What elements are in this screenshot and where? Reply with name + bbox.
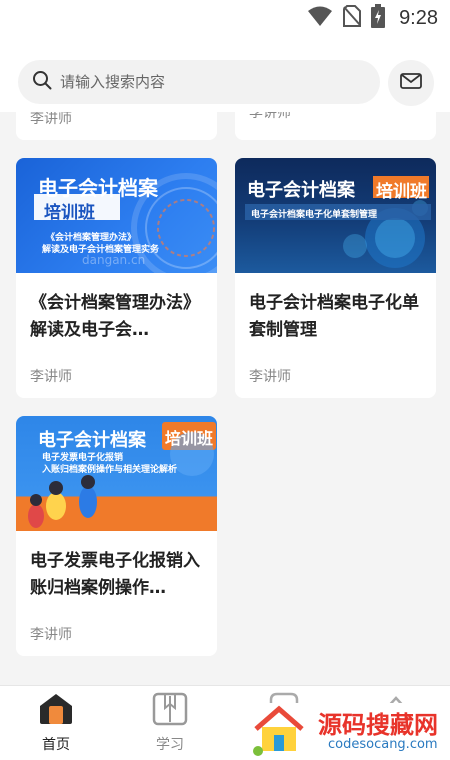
thumb-badge: 培训班 bbox=[165, 429, 214, 448]
thumb-title: 电子会计档案 bbox=[247, 180, 355, 201]
mail-button[interactable] bbox=[388, 60, 434, 106]
status-bar: 9:28 bbox=[0, 0, 450, 36]
course-thumbnail: 电子会计档案 培训班 电子会计档案电子化单套制管理 bbox=[235, 158, 436, 273]
nav-label-study: 学习 bbox=[156, 737, 184, 753]
course-card[interactable]: 电子会计档案 培训班 电子发票电子化报销 入账归档案例操作与相关理论解析 电子发… bbox=[16, 416, 217, 656]
search-input[interactable] bbox=[60, 73, 360, 91]
course-card[interactable]: 李讲师 bbox=[235, 112, 436, 140]
thumb-badge: 培训班 bbox=[376, 182, 427, 202]
search-bar[interactable] bbox=[18, 60, 380, 104]
status-time: 9:28 bbox=[399, 6, 438, 29]
wifi-icon bbox=[307, 5, 333, 31]
course-card[interactable]: 电子会计档案 培训班 电子会计档案电子化单套制管理 电子会计档案电子化单套制管理… bbox=[235, 158, 436, 398]
thumb-subtitle: 电子会计档案电子化单套制管理 bbox=[251, 210, 378, 220]
watermark-url: codesocang.com bbox=[328, 737, 438, 752]
battery-charging-icon bbox=[371, 4, 386, 32]
no-sim-icon bbox=[343, 5, 362, 31]
header bbox=[0, 36, 450, 112]
course-grid: 李讲师 李讲师 电子会计档案 培训班 《会计档案管理办法》 解读及电子会计档案管… bbox=[0, 112, 450, 685]
watermark-title: 源码搜藏网 bbox=[318, 711, 438, 739]
course-teacher: 李讲师 bbox=[249, 112, 291, 121]
thumb-badge: 培训班 bbox=[44, 203, 95, 223]
course-card[interactable]: 电子会计档案 培训班 《会计档案管理办法》 解读及电子会计档案管理实务 dang… bbox=[16, 158, 217, 398]
status-icons: 9:28 bbox=[307, 4, 438, 32]
course-title: 电子发票电子化报销入账归档案例操作… bbox=[30, 551, 200, 598]
course-teacher: 李讲师 bbox=[30, 369, 72, 385]
watermark-logo: 源码搜藏网 codesocang.com bbox=[248, 703, 448, 758]
course-title: 《会计档案管理办法》解读及电子会… bbox=[30, 293, 200, 340]
course-thumbnail: 电子会计档案 培训班 《会计档案管理办法》 解读及电子会计档案管理实务 dang… bbox=[16, 158, 217, 273]
nav-label-home: 首页 bbox=[42, 737, 70, 753]
course-teacher: 李讲师 bbox=[249, 369, 291, 385]
course-card[interactable]: 李讲师 bbox=[16, 112, 217, 140]
mail-icon bbox=[400, 73, 422, 93]
nav-item-home[interactable]: 首页 bbox=[16, 692, 96, 756]
search-icon bbox=[32, 70, 52, 94]
home-icon bbox=[37, 692, 75, 730]
course-thumbnail: 电子会计档案 培训班 电子发票电子化报销 入账归档案例操作与相关理论解析 bbox=[16, 416, 217, 531]
thumb-title: 电子会计档案 bbox=[38, 176, 158, 200]
course-teacher: 李讲师 bbox=[30, 112, 72, 127]
thumb-subtitle: 入账归档案例操作与相关理论解析 bbox=[42, 465, 178, 475]
book-icon bbox=[151, 692, 189, 730]
course-teacher: 李讲师 bbox=[30, 627, 72, 643]
course-title: 电子会计档案电子化单套制管理 bbox=[249, 293, 419, 340]
nav-item-study[interactable]: 学习 bbox=[130, 692, 210, 756]
thumb-title: 电子会计档案 bbox=[38, 430, 146, 451]
thumb-watermark: dangan.cn bbox=[82, 253, 146, 267]
